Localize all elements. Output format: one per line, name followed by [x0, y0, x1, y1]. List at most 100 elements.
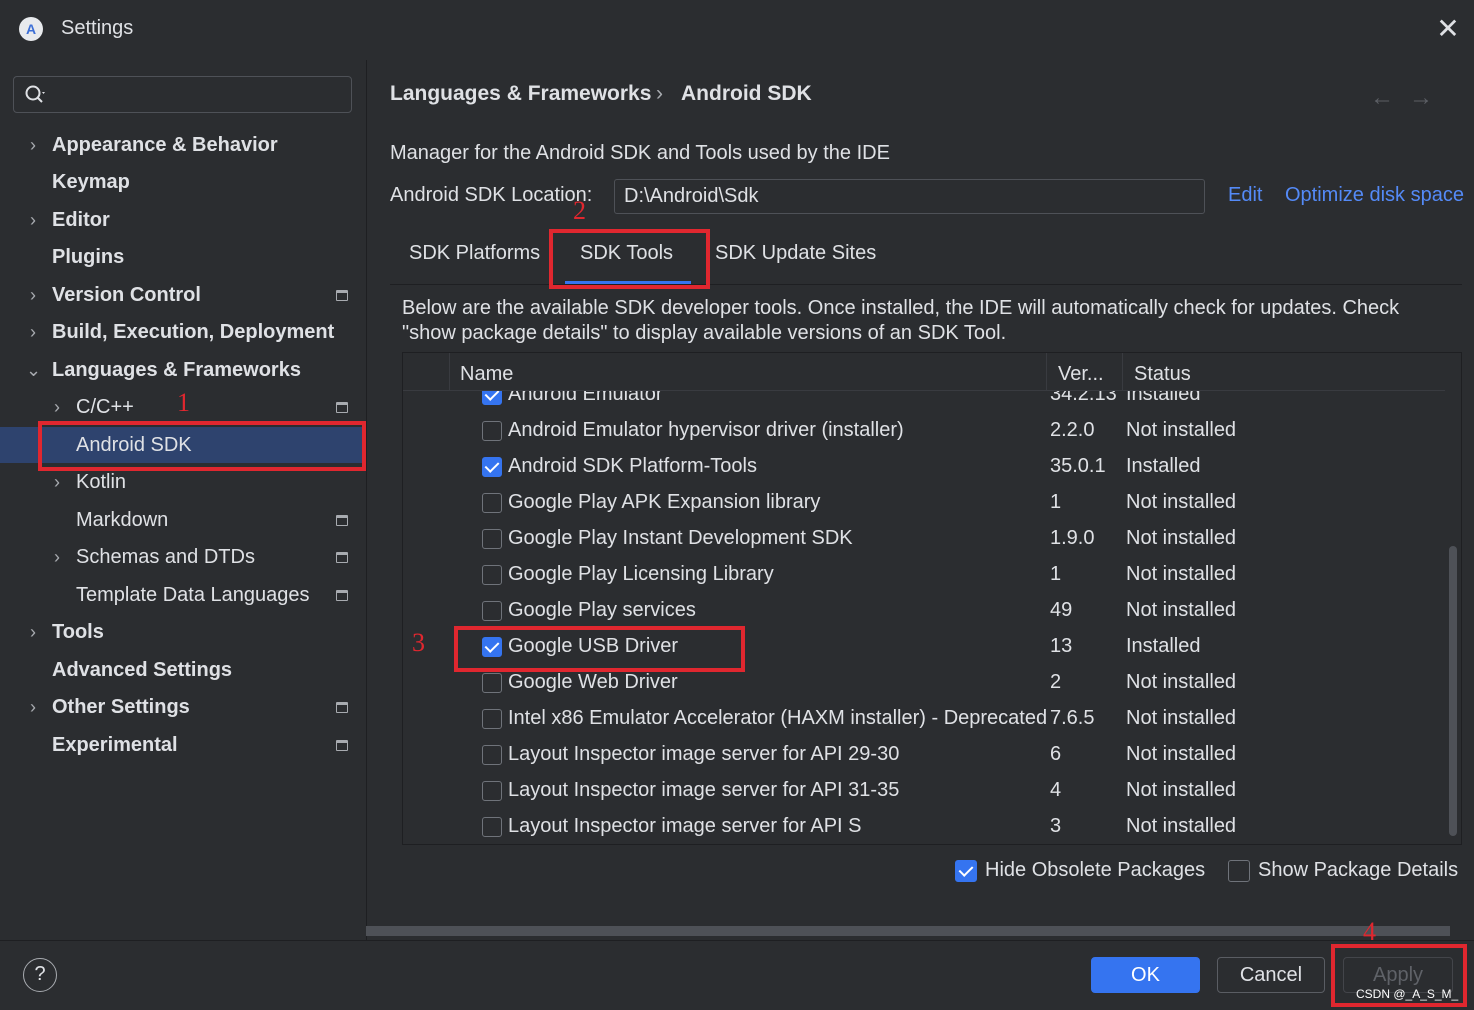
row-checkbox[interactable]: [482, 781, 502, 801]
table-row[interactable]: Google Play services 49 Not installed: [403, 594, 1445, 630]
sidebar-item-label: Build, Execution, Deployment: [52, 320, 335, 343]
table-row[interactable]: Google Play APK Expansion library 1 Not in…: [403, 486, 1445, 522]
breadcrumb-separator: ›: [656, 82, 663, 105]
sidebar-item-keymap[interactable]: Keymap: [0, 164, 366, 200]
sidebar-item-build-execution-deployment[interactable]: › Build, Execution, Deployment: [0, 314, 366, 350]
optimize-disk-space-link[interactable]: Optimize disk space: [1285, 184, 1464, 207]
row-checkbox[interactable]: [482, 673, 502, 693]
sdk-location-label: Android SDK Location:: [390, 184, 593, 206]
close-icon[interactable]: ✕: [1436, 14, 1460, 44]
horizontal-scrollbar[interactable]: [366, 926, 1450, 936]
chevron-right-icon: ›: [54, 396, 60, 417]
cell-name: Layout Inspector image server for API 31…: [508, 779, 900, 801]
sidebar-item-editor[interactable]: › Editor: [0, 202, 366, 238]
tab-sdk-tools[interactable]: SDK Tools: [580, 242, 673, 265]
row-checkbox[interactable]: [482, 637, 502, 657]
footer-divider: [0, 940, 1474, 941]
project-level-icon: [336, 289, 348, 301]
sidebar-item-plugins[interactable]: Plugins: [0, 239, 366, 275]
search-input[interactable]: [56, 81, 346, 108]
ok-button[interactable]: OK: [1091, 957, 1200, 993]
sidebar-item-advanced-settings[interactable]: Advanced Settings: [0, 652, 366, 688]
cell-version: 4: [1050, 779, 1062, 801]
column-header-name[interactable]: Name: [460, 363, 513, 386]
android-studio-logo-icon: A: [19, 17, 43, 41]
table-row[interactable]: Google Play Instant Development SDK 1.9.0…: [403, 522, 1445, 558]
sidebar-item-label: Keymap: [52, 170, 130, 193]
sidebar-item-appearance-behavior[interactable]: › Appearance & Behavior: [0, 127, 366, 163]
sidebar-item-label: Kotlin: [76, 470, 127, 493]
edit-link[interactable]: Edit: [1228, 184, 1262, 207]
window-title: Settings: [61, 17, 134, 39]
sidebar-item-version-control[interactable]: › Version Control: [0, 277, 366, 313]
sdk-tools-table: Android Emulator 34.2.13 Installed Android …: [402, 352, 1462, 845]
tab-sdk-update-sites[interactable]: SDK Update Sites: [715, 242, 876, 265]
table-row[interactable]: Layout Inspector image server for API 29…: [403, 738, 1445, 774]
tabs-divider: [390, 284, 1462, 285]
sidebar-item-experimental[interactable]: Experimental: [0, 727, 366, 763]
sidebar-item-label: C/C++: [76, 395, 134, 418]
table-row[interactable]: Android Emulator hypervisor driver (inst…: [403, 414, 1445, 450]
cell-name: Google Web Driver: [508, 671, 678, 693]
row-checkbox[interactable]: [482, 493, 502, 513]
cell-version: 2: [1050, 671, 1062, 693]
row-checkbox[interactable]: [482, 529, 502, 549]
sidebar-item-label: Editor: [52, 208, 110, 231]
sdk-location-field[interactable]: [614, 179, 1205, 214]
row-checkbox[interactable]: [482, 457, 502, 477]
sidebar-item-schemas-dtds[interactable]: › Schemas and DTDs: [0, 539, 366, 575]
sidebar-item-languages-frameworks[interactable]: ⌄ Languages & Frameworks: [0, 352, 366, 388]
show-package-details-label: Show Package Details: [1258, 859, 1459, 881]
cell-version: 6: [1050, 743, 1062, 765]
show-package-details-checkbox[interactable]: [1228, 860, 1250, 882]
table-row[interactable]: Google Web Driver 2 Not installed: [403, 666, 1445, 702]
settings-search[interactable]: [13, 76, 352, 113]
table-row[interactable]: Google USB Driver 13 Installed: [403, 630, 1445, 666]
hide-obsolete-checkbox[interactable]: [955, 860, 977, 882]
sidebar-item-markdown[interactable]: Markdown: [0, 502, 366, 538]
back-arrow-icon[interactable]: ←: [1370, 84, 1394, 112]
sidebar-item-kotlin[interactable]: › Kotlin: [0, 464, 366, 500]
row-checkbox[interactable]: [482, 601, 502, 621]
header-background: [403, 353, 1445, 390]
breadcrumb-parent[interactable]: Languages & Frameworks: [390, 82, 651, 106]
table-row[interactable]: Intel x86 Emulator Accelerator (HAXM ins…: [403, 702, 1445, 738]
cell-name: Android Emulator hypervisor driver (inst…: [508, 419, 904, 441]
cell-status: Not installed: [1126, 491, 1237, 513]
cell-name: Google Play Instant Development SDK: [508, 527, 853, 549]
column-divider: [449, 353, 450, 390]
row-checkbox[interactable]: [482, 817, 502, 837]
help-icon[interactable]: ?: [23, 958, 57, 992]
column-header-version[interactable]: Ver...: [1058, 363, 1104, 386]
sidebar-item-tools[interactable]: › Tools: [0, 614, 366, 650]
cell-version: 35.0.1: [1050, 455, 1106, 477]
row-checkbox[interactable]: [482, 745, 502, 765]
sidebar-item-android-sdk[interactable]: Android SDK: [0, 427, 366, 463]
sidebar-item-label: Android SDK: [76, 433, 192, 456]
cell-status: Not installed: [1126, 527, 1237, 549]
sidebar-item-template-data-languages[interactable]: Template Data Languages: [0, 577, 366, 613]
cancel-button[interactable]: Cancel: [1217, 957, 1325, 993]
sidebar-item-label: Advanced Settings: [52, 658, 233, 681]
table-row[interactable]: Layout Inspector image server for API 31…: [403, 774, 1445, 810]
vertical-scrollbar[interactable]: [1449, 546, 1457, 836]
sidebar-divider: [366, 60, 367, 940]
tab-sdk-platforms[interactable]: SDK Platforms: [409, 242, 540, 265]
row-checkbox[interactable]: [482, 709, 502, 729]
forward-arrow-icon[interactable]: →: [1409, 84, 1433, 112]
annotation-number-2: 2: [573, 196, 586, 225]
column-header-status[interactable]: Status: [1134, 363, 1191, 386]
table-row[interactable]: Layout Inspector image server for API S 3…: [403, 810, 1445, 844]
chevron-right-icon: ›: [30, 696, 36, 717]
row-checkbox[interactable]: [482, 565, 502, 585]
cell-name: Google Play Licensing Library: [508, 563, 774, 585]
chevron-right-icon: ›: [30, 284, 36, 305]
sidebar-item-other-settings[interactable]: › Other Settings: [0, 689, 366, 725]
table-row[interactable]: Android SDK Platform-Tools 35.0.1 Installe…: [403, 450, 1445, 486]
sidebar-item-label: Tools: [52, 620, 104, 643]
sidebar-item-label: Languages & Frameworks: [52, 358, 301, 381]
cell-status: Not installed: [1126, 707, 1237, 729]
table-row[interactable]: Google Play Licensing Library 1 Not instal…: [403, 558, 1445, 594]
row-checkbox[interactable]: [482, 421, 502, 441]
cell-status: Installed: [1126, 455, 1201, 477]
